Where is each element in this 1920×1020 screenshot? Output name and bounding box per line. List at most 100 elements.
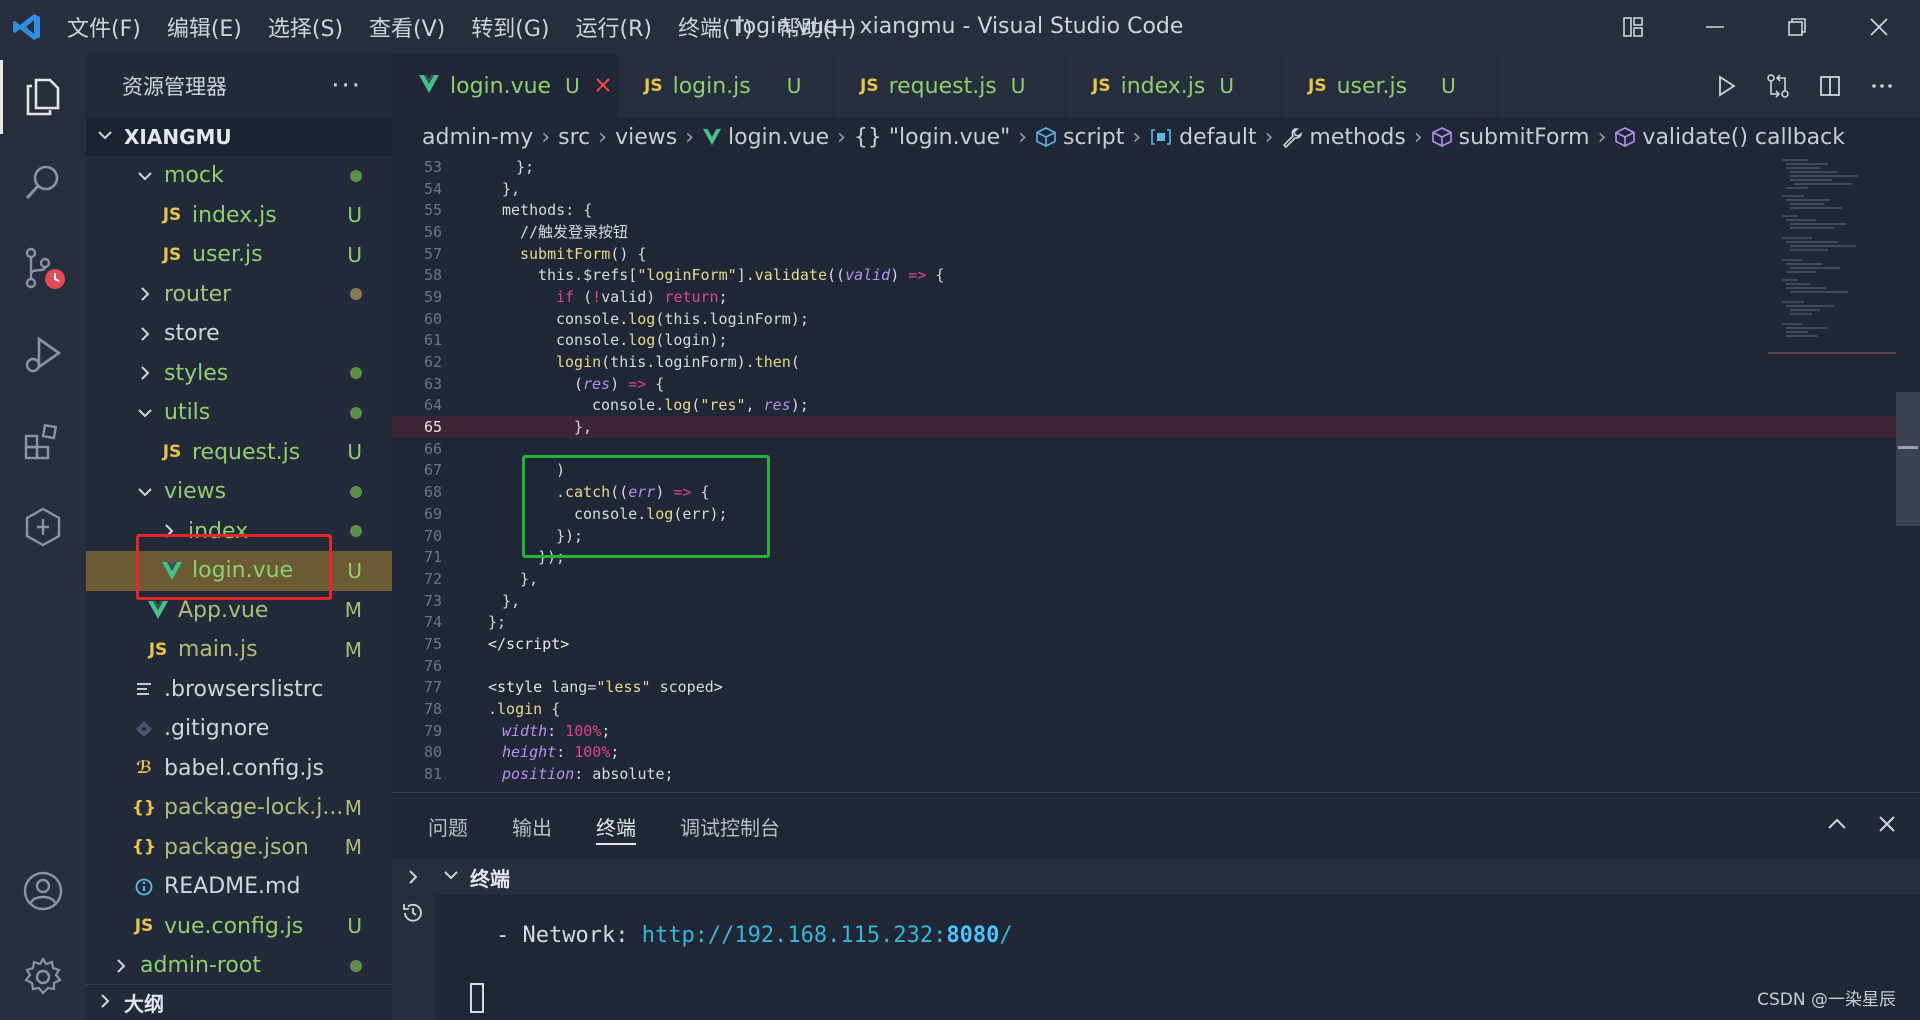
more-actions-icon[interactable]: ··· [331, 71, 362, 101]
folder-router[interactable]: router [86, 275, 392, 315]
breadcrumb-item[interactable]: {} "login.vue" [854, 125, 1010, 150]
minimap[interactable] [1768, 156, 1896, 792]
restore-icon[interactable] [1756, 0, 1838, 54]
wrench-icon [1281, 126, 1303, 148]
run-icon[interactable] [1702, 62, 1750, 110]
network-url[interactable]: http://192.168.115.232: [642, 923, 947, 948]
menu-run[interactable]: 运行(R) [562, 11, 664, 43]
root-folder[interactable]: XIANGMU [86, 118, 392, 156]
menu-view[interactable]: 查看(V) [356, 11, 458, 43]
menu-edit[interactable]: 编辑(E) [154, 11, 255, 43]
menu-file[interactable]: 文件(F) [54, 11, 154, 43]
breadcrumb-item[interactable]: script [1063, 125, 1124, 150]
folder-utils[interactable]: utils [86, 393, 392, 433]
extensions-icon[interactable] [0, 398, 86, 484]
explorer-icon[interactable] [0, 54, 86, 140]
breadcrumb-item[interactable]: validate() callback [1642, 125, 1845, 150]
editor-scrollbar[interactable] [1896, 156, 1920, 792]
chevron-right-icon[interactable] [392, 859, 434, 895]
layout-icon[interactable] [1592, 0, 1674, 54]
breadcrumb-item[interactable]: submitForm [1459, 125, 1590, 150]
file-gitignore[interactable]: .gitignore [86, 709, 392, 749]
code-line: 53}; [423, 157, 535, 176]
chevron-right-icon: › [1597, 124, 1607, 150]
folder-admin-root[interactable]: admin-root [86, 946, 392, 986]
javascript-file-icon: JS [162, 205, 182, 226]
git-status-badge: M [344, 637, 362, 662]
code-line: 75 </script> [423, 634, 570, 653]
network-port[interactable]: 8080 [946, 923, 999, 948]
breadcrumb-item[interactable]: methods [1309, 125, 1405, 150]
file-index-js[interactable]: JS index.js U [86, 196, 392, 236]
history-icon[interactable] [392, 895, 434, 931]
chevron-right-icon: › [1132, 124, 1142, 150]
breadcrumb-item[interactable]: default [1179, 125, 1256, 150]
file-browserslistrc[interactable]: .browserslistrc [86, 670, 392, 710]
tab-debug-console[interactable]: 调试控制台 [680, 793, 780, 859]
chevron-right-icon [110, 957, 132, 975]
account-icon[interactable] [0, 848, 86, 934]
file-main-js[interactable]: JS main.js M [86, 630, 392, 670]
remote-explorer-icon[interactable] [0, 484, 86, 570]
file-babel-config[interactable]: ℬ babel.config.js [86, 749, 392, 789]
menu-terminal[interactable]: 终端(T) [665, 11, 766, 43]
source-control-icon[interactable] [0, 226, 86, 312]
minimize-icon[interactable] [1674, 0, 1756, 54]
close-panel-icon[interactable] [1874, 811, 1900, 841]
tab-index-js[interactable]: JS index.js U [1066, 54, 1282, 118]
tree-item-label: package-lock.j... [164, 795, 344, 821]
folder-views[interactable]: views [86, 472, 392, 512]
code-line: 54}, [423, 179, 521, 198]
file-package-lock[interactable]: {} package-lock.j... M [86, 788, 392, 828]
search-icon[interactable] [0, 140, 86, 226]
menu-selection[interactable]: 选择(S) [255, 11, 356, 43]
code-line: 74}; [423, 613, 507, 632]
tab-output[interactable]: 输出 [512, 793, 552, 859]
javascript-file-icon: JS [1308, 76, 1327, 96]
file-package-json[interactable]: {} package.json M [86, 828, 392, 868]
file-user-js[interactable]: JS user.js U [86, 235, 392, 275]
file-request-js[interactable]: JS request.js U [86, 433, 392, 473]
code-line: 77 <style lang="less" scoped> [423, 678, 723, 697]
tab-login-vue[interactable]: login.vue U [392, 54, 618, 118]
folder-mock[interactable]: mock [86, 156, 392, 196]
tab-user-js[interactable]: JS user.js U [1282, 54, 1498, 118]
babel-file-icon: ℬ [136, 758, 152, 779]
terminal-section-header[interactable]: 终端 [434, 859, 1920, 895]
file-readme[interactable]: README.md [86, 867, 392, 907]
close-window-icon[interactable] [1838, 0, 1920, 54]
folder-styles[interactable]: styles [86, 354, 392, 394]
code-line: 76 [423, 656, 442, 675]
more-actions-icon[interactable] [1858, 62, 1906, 110]
outline-section-header[interactable]: 大纲 [86, 984, 392, 1020]
run-debug-icon[interactable] [0, 312, 86, 398]
maximize-panel-icon[interactable] [1824, 811, 1850, 841]
menu-help[interactable]: 帮助(H) [766, 11, 870, 43]
javascript-file-icon: JS [1092, 76, 1111, 96]
scrollbar-thumb[interactable] [1896, 392, 1920, 526]
breadcrumb-item[interactable]: views [615, 125, 677, 150]
untracked-dot-icon [350, 525, 362, 538]
breadcrumb-item[interactable]: src [558, 125, 590, 150]
tree-item-label: README.md [164, 874, 301, 900]
folder-store[interactable]: store [86, 314, 392, 354]
tab-login-js[interactable]: JS login.js U [618, 54, 834, 118]
activity-bar [0, 54, 86, 1020]
git-status-badge: U [347, 558, 362, 583]
menu-go[interactable]: 转到(G) [458, 11, 562, 43]
network-url-tail[interactable]: / [999, 923, 1012, 948]
tree-item-label: styles [164, 360, 229, 386]
tab-request-js[interactable]: JS request.js U [834, 54, 1066, 118]
tab-terminal[interactable]: 终端 [596, 793, 636, 859]
panel-actions [1824, 811, 1900, 841]
split-editor-icon[interactable] [1806, 62, 1854, 110]
chevron-down-icon [134, 404, 156, 422]
breadcrumb-item[interactable]: admin-my [422, 125, 533, 150]
settings-gear-icon[interactable] [0, 934, 86, 1020]
breadcrumb-item[interactable]: login.vue [728, 125, 829, 150]
file-vue-config[interactable]: JS vue.config.js U [86, 907, 392, 947]
tab-problems[interactable]: 问题 [428, 793, 468, 859]
tree-item-label: router [164, 281, 232, 307]
compare-changes-icon[interactable] [1754, 62, 1802, 110]
close-tab-icon[interactable] [594, 72, 612, 100]
